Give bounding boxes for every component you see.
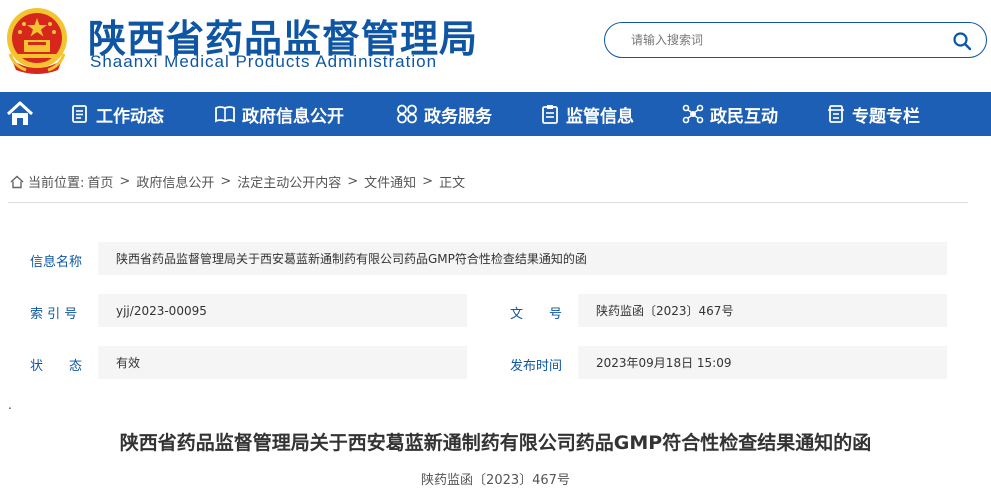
breadcrumb-separator: >: [220, 174, 232, 189]
document-list-icon: [72, 105, 87, 123]
book-icon: [215, 106, 235, 123]
breadcrumb: 当前位置: 首页 > 政府信息公开 > 法定主动公开内容 > 文件通知 > 正文: [10, 172, 465, 191]
nav-item-work-news[interactable]: 工作动态: [70, 92, 164, 136]
breadcrumb-notices[interactable]: 文件通知: [364, 172, 416, 191]
site-subtitle: Shaanxi Medical Products Administration: [90, 52, 438, 71]
nav-item-supervision[interactable]: 监管信息: [540, 92, 634, 136]
breadcrumb-prefix: 当前位置:: [28, 176, 85, 191]
nav-label: 政务服务: [424, 106, 492, 127]
nav-label: 监管信息: [566, 106, 634, 127]
info-status-value: 有效: [98, 346, 467, 379]
nav-label: 政府信息公开: [242, 106, 344, 127]
search-box: [604, 22, 987, 58]
nav-item-gov-service[interactable]: 政务服务: [396, 92, 492, 136]
info-name-value: 陕西省药品监督管理局关于西安葛蓝新通制药有限公司药品GMP符合性检查结果通知的函: [98, 242, 947, 275]
info-index-value: yjj/2023-00095: [98, 294, 467, 327]
interaction-icon: [682, 104, 704, 124]
breadcrumb-separator: >: [347, 174, 359, 189]
grid-icon: [397, 104, 417, 124]
site-header: 陕西省药品监督管理局 Shaanxi Medical Products Admi…: [0, 0, 991, 92]
nav-home[interactable]: [0, 92, 40, 136]
info-date-label: 发布时间: [510, 359, 563, 374]
info-docno-label: 文 号: [510, 307, 563, 322]
main-nav: 工作动态 政府信息公开 政务服务 监管信息 政民互动 专题专栏: [0, 92, 991, 136]
search-icon[interactable]: [952, 31, 972, 51]
document-number: 陕药监函〔2023〕467号: [421, 473, 570, 488]
info-docno-value: 陕药监函〔2023〕467号: [578, 294, 947, 327]
home-icon: [10, 175, 24, 188]
nav-label: 专题专栏: [852, 106, 920, 127]
national-emblem-icon: [7, 8, 67, 74]
stray-dot: .: [8, 398, 12, 412]
home-icon: [6, 101, 34, 125]
breadcrumb-current: 正文: [439, 176, 466, 191]
clipboard-icon: [542, 105, 558, 124]
nav-item-interaction[interactable]: 政民互动: [682, 92, 778, 136]
folder-icon: [828, 105, 844, 123]
search-input[interactable]: [631, 30, 931, 50]
nav-item-gov-info[interactable]: 政府信息公开: [214, 92, 344, 136]
breadcrumb-gov-info[interactable]: 政府信息公开: [136, 172, 214, 191]
document-title: 陕西省药品监督管理局关于西安葛蓝新通制药有限公司药品GMP符合性检查结果通知的函: [119, 432, 872, 454]
breadcrumb-separator: >: [119, 174, 131, 189]
divider: [8, 202, 968, 203]
breadcrumb-home[interactable]: 首页: [87, 172, 113, 191]
nav-label: 政民互动: [710, 106, 778, 127]
nav-label: 工作动态: [96, 106, 164, 127]
breadcrumb-separator: >: [422, 174, 434, 189]
nav-item-special-topics[interactable]: 专题专栏: [826, 92, 920, 136]
info-name-label: 信息名称: [30, 255, 83, 270]
info-status-label: 状 态: [30, 359, 83, 374]
info-index-label: 索 引 号: [30, 307, 78, 322]
info-date-value: 2023年09月18日 15:09: [578, 346, 947, 379]
breadcrumb-statutory[interactable]: 法定主动公开内容: [237, 172, 341, 191]
